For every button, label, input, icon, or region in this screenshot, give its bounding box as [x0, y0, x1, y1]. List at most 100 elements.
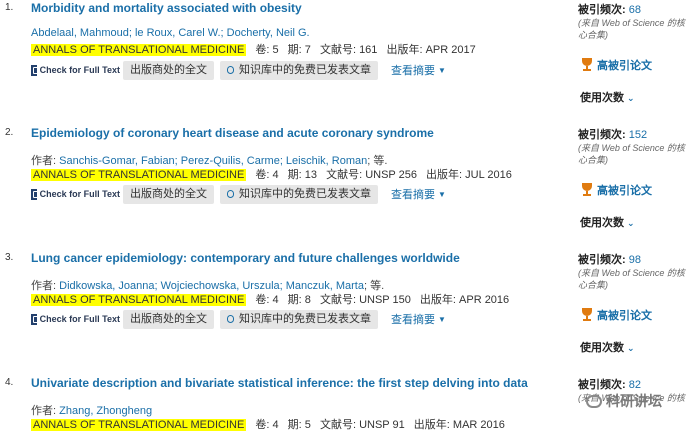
citation-panel: 被引频次: 152 (来自 Web of Science 的核心合集): [578, 126, 690, 166]
record-title[interactable]: Morbidity and mortality associated with …: [31, 1, 302, 15]
trophy-icon: [580, 183, 594, 197]
chevron-down-icon: ⌄: [627, 93, 635, 103]
record-source: ANNALS OF TRANSLATIONAL MEDICINE 卷: 4 期:…: [31, 166, 512, 182]
article-number: 文献号: UNSP 91: [319, 419, 405, 431]
free-published-button[interactable]: 知识库中的免费已发表文章: [220, 60, 378, 80]
record-authors: Abdelaal, Mahmoud; le Roux, Carel W.; Do…: [31, 27, 310, 39]
publisher-full-text-button[interactable]: 出版商处的全文: [123, 184, 214, 204]
issue: 期: 5: [287, 419, 311, 431]
record-number: 3.: [5, 252, 14, 263]
pub-year: 出版年: MAR 2016: [413, 419, 505, 431]
usage-count-dropdown[interactable]: 使用次数 ⌄: [580, 339, 635, 355]
volume: 卷: 4: [255, 169, 279, 181]
pub-year: 出版年: JUL 2016: [426, 169, 512, 181]
chevron-down-icon: ⌄: [627, 343, 635, 353]
view-abstract-link[interactable]: 查看摘要 ▼: [391, 62, 446, 78]
record-actions: Check for Full Text 出版商处的全文 知识库中的免费已发表文章…: [31, 60, 446, 80]
usage-label: 使用次数: [580, 217, 624, 229]
open-access-icon: [227, 190, 234, 198]
record-number: 2.: [5, 127, 14, 138]
check-full-text-label: Check for Full Text: [39, 189, 120, 199]
caret-down-icon: ▼: [438, 314, 446, 324]
article-number: 文献号: UNSP 150: [319, 294, 411, 306]
record-number: 4.: [5, 377, 14, 388]
record-actions: Check for Full Text 出版商处的全文 知识库中的免费已发表文章…: [31, 184, 446, 204]
usage-label: 使用次数: [580, 92, 624, 104]
journal-name[interactable]: ANNALS OF TRANSLATIONAL MEDICINE: [31, 44, 247, 56]
record-title[interactable]: Lung cancer epidemiology: contemporary a…: [31, 251, 460, 265]
citation-panel: 被引频次: 68 (来自 Web of Science 的核心合集): [578, 1, 690, 41]
view-abstract-label: 查看摘要: [391, 65, 435, 77]
issue: 期: 7: [287, 44, 311, 56]
free-published-label: 知识库中的免费已发表文章: [239, 187, 371, 200]
open-access-icon: [227, 315, 234, 323]
trophy-icon: [580, 58, 594, 72]
record-source: ANNALS OF TRANSLATIONAL MEDICINE 卷: 4 期:…: [31, 291, 509, 307]
publisher-full-text-button[interactable]: 出版商处的全文: [123, 60, 214, 80]
times-cited-count[interactable]: 152: [629, 129, 647, 141]
citation-panel: 被引频次: 98 (来自 Web of Science 的核心合集): [578, 251, 690, 291]
times-cited-count[interactable]: 82: [629, 379, 641, 391]
article-number: 文献号: UNSP 256: [326, 169, 417, 181]
times-cited-source: (来自 Web of Science 的核心合集): [578, 18, 685, 40]
open-access-icon: [227, 66, 234, 74]
view-abstract-label: 查看摘要: [391, 189, 435, 201]
pub-year: 出版年: APR 2016: [419, 294, 510, 306]
times-cited: 被引频次: 82: [578, 379, 641, 391]
highly-cited-badge[interactable]: 高被引论文: [580, 307, 652, 323]
view-abstract-link[interactable]: 查看摘要 ▼: [391, 311, 446, 327]
view-abstract-label: 查看摘要: [391, 314, 435, 326]
publisher-full-text-button[interactable]: 出版商处的全文: [123, 309, 214, 329]
times-cited: 被引频次: 98: [578, 254, 641, 266]
chevron-down-icon: ⌄: [627, 218, 635, 228]
pub-year: 出版年: APR 2017: [386, 44, 476, 56]
volume: 卷: 4: [255, 294, 279, 306]
full-text-icon: [31, 313, 40, 325]
view-abstract-link[interactable]: 查看摘要 ▼: [391, 186, 446, 202]
highly-cited-badge[interactable]: 高被引论文: [580, 57, 652, 73]
author-links[interactable]: Abdelaal, Mahmoud; le Roux, Carel W.; Do…: [31, 27, 310, 39]
record-actions: Check for Full Text 出版商处的全文 知识库中的免费已发表文章…: [31, 309, 446, 329]
watermark-text: 科研讲坛: [606, 393, 662, 409]
check-full-text-label: Check for Full Text: [39, 314, 120, 324]
record-source: ANNALS OF TRANSLATIONAL MEDICINE 卷: 5 期:…: [31, 41, 476, 57]
record-number: 1.: [5, 2, 14, 13]
check-full-text-button[interactable]: Check for Full Text: [31, 311, 120, 327]
article-number: 文献号: 161: [319, 44, 378, 56]
journal-name[interactable]: ANNALS OF TRANSLATIONAL MEDICINE: [31, 294, 247, 306]
record-title[interactable]: Epidemiology of coronary heart disease a…: [31, 126, 434, 140]
caret-down-icon: ▼: [438, 189, 446, 199]
free-published-button[interactable]: 知识库中的免费已发表文章: [220, 184, 378, 204]
journal-name[interactable]: ANNALS OF TRANSLATIONAL MEDICINE: [31, 419, 247, 431]
journal-name[interactable]: ANNALS OF TRANSLATIONAL MEDICINE: [31, 169, 247, 181]
volume: 卷: 5: [255, 44, 279, 56]
free-published-button[interactable]: 知识库中的免费已发表文章: [220, 309, 378, 329]
usage-count-dropdown[interactable]: 使用次数 ⌄: [580, 214, 635, 230]
issue: 期: 8: [287, 294, 311, 306]
watermark: 科研讲坛: [586, 391, 662, 411]
free-published-label: 知识库中的免费已发表文章: [239, 63, 371, 76]
times-cited-count[interactable]: 98: [629, 254, 641, 266]
check-full-text-button[interactable]: Check for Full Text: [31, 186, 120, 202]
caret-down-icon: ▼: [438, 65, 446, 75]
full-text-icon: [31, 64, 40, 76]
usage-label: 使用次数: [580, 342, 624, 354]
check-full-text-label: Check for Full Text: [39, 65, 120, 75]
record-title[interactable]: Univariate description and bivariate sta…: [31, 376, 528, 390]
times-cited-count[interactable]: 68: [629, 4, 641, 16]
issue: 期: 13: [287, 169, 318, 181]
check-full-text-button[interactable]: Check for Full Text: [31, 62, 120, 78]
highly-cited-label: 高被引论文: [597, 310, 652, 322]
times-cited: 被引频次: 68: [578, 4, 641, 16]
usage-count-dropdown[interactable]: 使用次数 ⌄: [580, 89, 635, 105]
highly-cited-badge[interactable]: 高被引论文: [580, 182, 652, 198]
times-cited-source: (来自 Web of Science 的核心合集): [578, 143, 685, 165]
times-cited: 被引频次: 152: [578, 129, 648, 141]
trophy-icon: [580, 308, 594, 322]
free-published-label: 知识库中的免费已发表文章: [239, 312, 371, 325]
record-source: ANNALS OF TRANSLATIONAL MEDICINE 卷: 4 期:…: [31, 416, 505, 432]
full-text-icon: [31, 188, 40, 200]
highly-cited-label: 高被引论文: [597, 185, 652, 197]
times-cited-source: (来自 Web of Science 的核心合集): [578, 268, 685, 290]
volume: 卷: 4: [255, 419, 279, 431]
